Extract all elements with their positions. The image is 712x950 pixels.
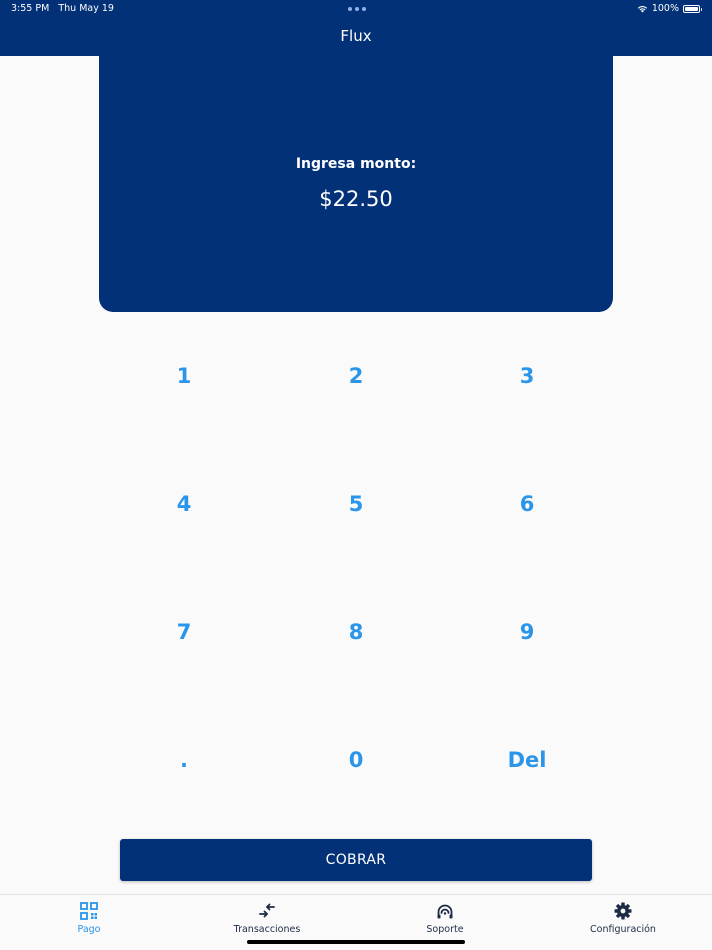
key-7[interactable]: 7 <box>124 602 244 662</box>
amount-label: Ingresa monto: <box>295 156 417 172</box>
status-indicators: 100% <box>637 3 702 14</box>
wifi-icon <box>637 5 647 13</box>
qr-code-icon <box>80 902 98 920</box>
key-delete[interactable]: Del <box>467 730 587 790</box>
tab-soporte[interactable]: Soporte <box>385 901 505 935</box>
key-5[interactable]: 5 <box>296 474 416 534</box>
battery-icon <box>683 4 702 13</box>
multitasking-dots-icon[interactable] <box>348 7 366 11</box>
key-8[interactable]: 8 <box>296 602 416 662</box>
key-2[interactable]: 2 <box>296 346 416 406</box>
status-time: 3:55 PM Thu May 19 <box>11 3 114 14</box>
amount-display-card: Ingresa monto: $22.50 <box>99 56 613 312</box>
tab-transacciones[interactable]: Transacciones <box>207 901 327 935</box>
amount-value: $22.50 <box>319 187 393 211</box>
support-headset-icon <box>437 904 453 919</box>
tab-soporte-label: Soporte <box>426 924 464 935</box>
key-3[interactable]: 3 <box>467 346 587 406</box>
home-indicator <box>247 940 465 944</box>
charge-button[interactable]: COBRAR <box>120 839 592 881</box>
tab-transacciones-label: Transacciones <box>233 924 301 935</box>
key-decimal[interactable]: . <box>124 730 244 790</box>
tab-configuracion[interactable]: Configuración <box>563 901 683 935</box>
swap-arrows-icon <box>259 903 275 918</box>
battery-percent: 100% <box>651 3 679 14</box>
app-title: Flux <box>340 27 372 45</box>
tab-pago-label: Pago <box>77 924 101 935</box>
status-time-text: 3:55 PM <box>11 3 50 14</box>
tab-pago[interactable]: Pago <box>29 901 149 935</box>
key-6[interactable]: 6 <box>467 474 587 534</box>
key-0[interactable]: 0 <box>296 730 416 790</box>
gear-icon <box>614 902 632 920</box>
key-1[interactable]: 1 <box>124 346 244 406</box>
status-date-text: Thu May 19 <box>58 3 114 14</box>
tab-configuracion-label: Configuración <box>590 924 656 935</box>
key-4[interactable]: 4 <box>124 474 244 534</box>
app-header: 3:55 PM Thu May 19 100% Flux <box>0 0 712 56</box>
key-9[interactable]: 9 <box>467 602 587 662</box>
